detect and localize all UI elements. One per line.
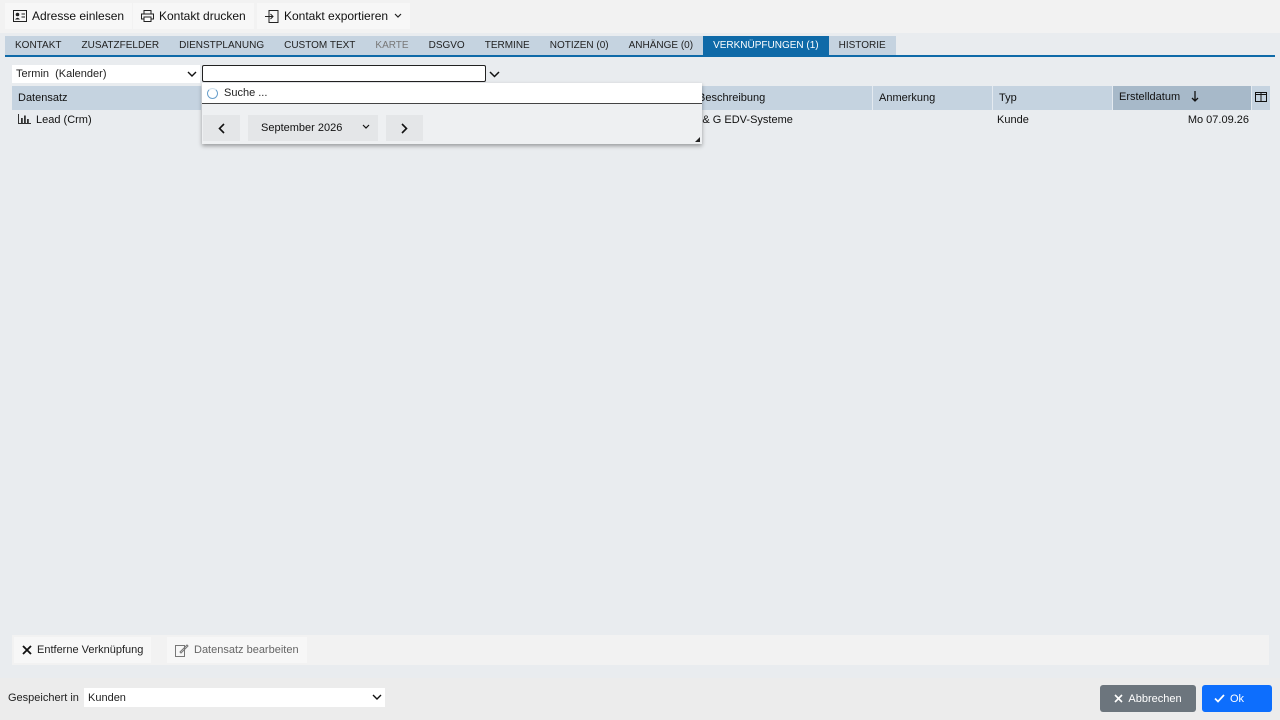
cancel-button[interactable]: Abbrechen (1100, 685, 1196, 712)
footer: Gespeichert in Kunden Abbrechen Ok (0, 678, 1280, 720)
columns-icon (1255, 92, 1267, 102)
export-icon (265, 9, 279, 23)
chevron-right-icon (401, 122, 408, 134)
cell-datensatz: Lead (Crm) (18, 110, 208, 130)
remove-link-button[interactable]: Entferne Verknüpfung (14, 637, 152, 663)
toolbar: Adresse einlesen Kontakt drucken Kontakt… (0, 0, 1280, 33)
tab-custom-text[interactable]: CUSTOM TEXT (274, 36, 366, 55)
tab-zusatzfelder[interactable]: ZUSATZFELDER (71, 36, 170, 55)
ok-label: Ok (1230, 692, 1245, 705)
tab-termine[interactable]: TERMINE (474, 36, 540, 55)
column-header-typ[interactable]: Typ (993, 86, 1113, 110)
tab-dienstplanung[interactable]: DIENSTPLANUNG (169, 36, 275, 55)
column-header-erstelldatum-label: Erstelldatum (1119, 91, 1181, 103)
loading-spinner-icon (207, 87, 218, 99)
bar-chart-icon (18, 114, 31, 124)
remove-link-label: Entferne Verknüpfung (37, 644, 144, 656)
printer-icon (141, 10, 154, 22)
column-chooser-button[interactable] (1254, 90, 1268, 104)
record-type-value: Termin (Kalender) (16, 68, 107, 80)
record-type-select[interactable]: Termin (Kalender) (12, 65, 200, 83)
chevron-down-icon (362, 124, 370, 129)
saved-in-value: Kunden (88, 691, 126, 704)
export-contact-label: Kontakt exportieren (284, 9, 389, 23)
previous-month-button[interactable] (203, 115, 240, 141)
tab-kontakt[interactable]: KONTAKT (5, 36, 72, 55)
chevron-down-icon (394, 13, 402, 18)
month-label: September 2026 (261, 122, 343, 134)
chevron-left-icon (218, 122, 225, 134)
cell-typ: Kunde (997, 114, 1029, 126)
tab-verknuepfungen[interactable]: VERKNÜPFUNGEN (1) (703, 36, 829, 55)
ok-button[interactable]: Ok (1202, 685, 1272, 712)
chevron-down-icon (488, 70, 500, 78)
action-bar: Entferne Verknüpfung Datensatz bearbeite… (12, 635, 1269, 665)
tab-historie[interactable]: HISTORIE (828, 36, 896, 55)
cancel-label: Abbrechen (1128, 692, 1182, 705)
edit-icon (175, 643, 189, 657)
search-dropdown-toggle[interactable] (487, 66, 501, 82)
sort-descending-icon (1191, 91, 1199, 102)
saved-in-select[interactable]: Kunden (84, 688, 385, 707)
cell-erstelldatum: Mo 07.09.26 (1187, 114, 1249, 126)
column-header-anmerkung[interactable]: Anmerkung (873, 86, 993, 110)
chevron-down-icon (187, 71, 197, 77)
tab-underline (5, 55, 1275, 57)
tab-bar: KONTAKT ZUSATZFELDER DIENSTPLANUNG CUSTO… (5, 36, 896, 55)
month-select[interactable]: September 2026 (248, 115, 378, 141)
print-contact-label: Kontakt drucken (159, 9, 246, 23)
record-search-input[interactable] (202, 65, 486, 82)
tab-notizen[interactable]: NOTIZEN (0) (539, 36, 619, 55)
read-address-button[interactable]: Adresse einlesen (5, 3, 133, 29)
address-card-icon (13, 10, 27, 22)
tab-dsgvo[interactable]: DSGVO (418, 36, 475, 55)
tab-anhaenge[interactable]: ANHÄNGE (0) (618, 36, 704, 55)
column-header-beschreibung[interactable]: Beschreibung (692, 86, 873, 110)
export-contact-button[interactable]: Kontakt exportieren (257, 3, 411, 29)
cell-beschreibung: B & G EDV-Systeme (692, 114, 793, 126)
resize-handle[interactable] (695, 137, 700, 142)
record-search-dropdown: Suche ... September 2026 (202, 83, 702, 144)
search-status: Suche ... (202, 83, 702, 104)
edit-record-label: Datensatz bearbeiten (194, 644, 299, 656)
saved-in-label: Gespeichert in (8, 692, 79, 704)
print-contact-button[interactable]: Kontakt drucken (133, 3, 254, 29)
cell-datensatz-text: Lead (Crm) (36, 114, 92, 126)
column-header-erstelldatum[interactable]: Erstelldatum (1113, 86, 1252, 110)
edit-record-button[interactable]: Datensatz bearbeiten (167, 637, 307, 663)
next-month-button[interactable] (386, 115, 423, 141)
read-address-label: Adresse einlesen (32, 9, 125, 23)
tab-karte: KARTE (365, 36, 419, 55)
check-icon (1214, 694, 1225, 703)
column-header-datensatz[interactable]: Datensatz (12, 86, 202, 110)
loading-text: Suche ... (224, 87, 268, 99)
chevron-down-icon (372, 694, 382, 700)
cell-anmerkung (878, 110, 993, 130)
close-icon (1114, 694, 1123, 703)
close-icon (22, 645, 32, 655)
